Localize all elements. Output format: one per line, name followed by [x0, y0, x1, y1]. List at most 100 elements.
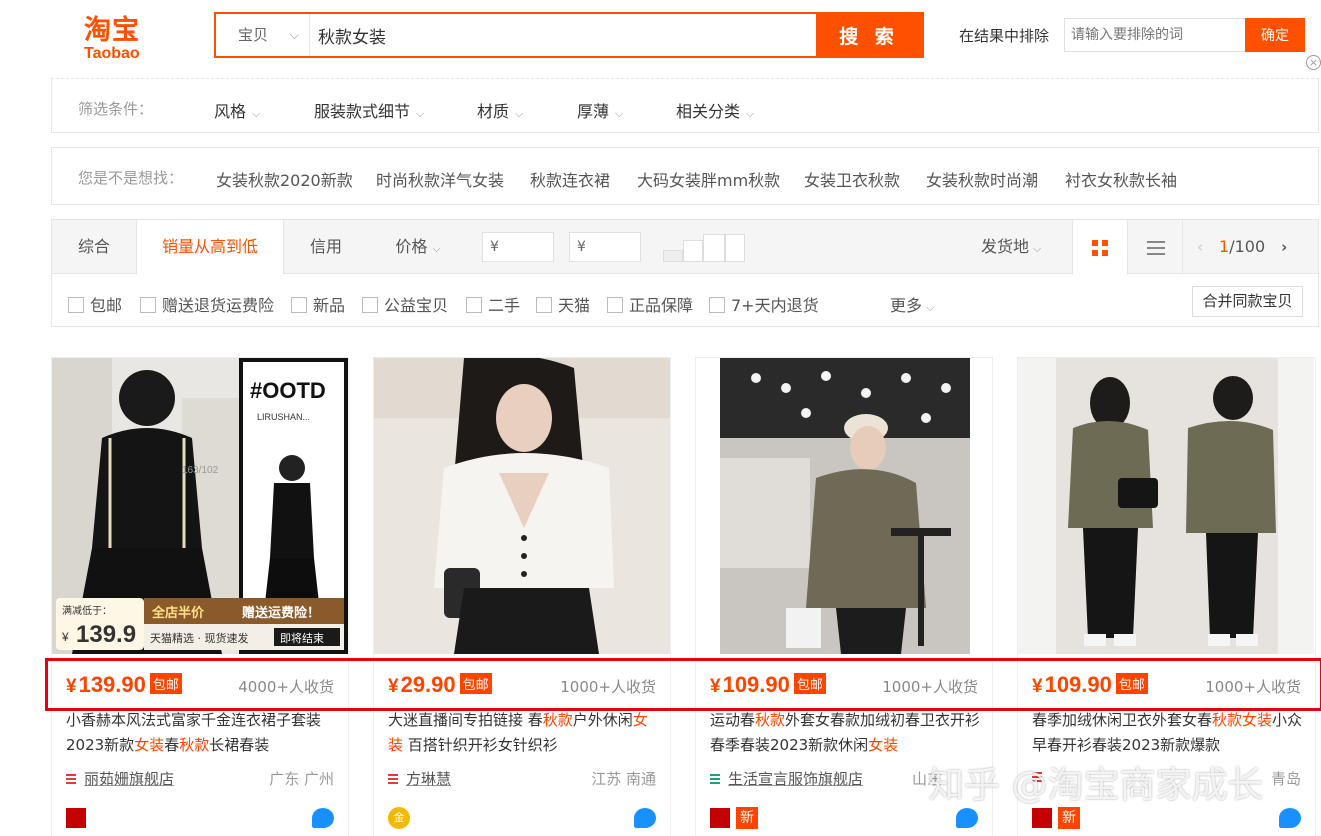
product-price: ¥29.90 包邮: [388, 672, 492, 698]
product-card[interactable]: ¥29.90 包邮 1000+人收货 大迷直播间专拍链接 春秋款户外休闲女装 百搭…: [373, 357, 671, 836]
product-image[interactable]: [696, 358, 992, 654]
chat-icon[interactable]: [634, 808, 656, 828]
product-card[interactable]: #OOTD LIRUSHAN... 163/102 满减低于： ¥ 139.9 …: [51, 357, 349, 836]
suggestion-link[interactable]: 女装秋款时尚潮: [926, 167, 1038, 191]
search-button[interactable]: 搜 索: [816, 14, 922, 56]
product-title[interactable]: 大迷直播间专拍链接 春秋款户外休闲女装 百搭针织开衫女针织衫: [388, 708, 660, 758]
shop-icon: [388, 774, 398, 784]
more-filters-button[interactable]: 更多 ⌵: [890, 292, 934, 316]
product-image[interactable]: [1018, 358, 1314, 654]
checkbox-label: 正品保障: [629, 296, 694, 315]
checkbox-label: 赠送退货运费险: [162, 296, 275, 315]
price-min-input[interactable]: ¥: [482, 232, 554, 262]
sales-count: 1000+人收货: [882, 678, 978, 696]
shop-link[interactable]: 丽茹姗旗舰店: [66, 768, 174, 789]
checkbox-box: [362, 297, 378, 313]
chevron-down-icon: ⌵: [515, 107, 524, 120]
sort-panel: 综合 销量从高到低 信用 价格⌵ ¥ - ¥ 发货地⌵ ‹1/100› 包邮 赠…: [51, 219, 1319, 327]
tab-credit[interactable]: 信用: [284, 220, 368, 274]
promo-label: 满减低于：: [62, 604, 112, 617]
tab-default[interactable]: 综合: [52, 220, 136, 274]
tab-price[interactable]: 价格 ⌵: [368, 220, 468, 274]
title-part: 运动春: [710, 711, 756, 729]
tmall-icon: [710, 808, 730, 828]
checkbox-box: [536, 297, 552, 313]
promo-banner: 全店半价: [151, 605, 205, 621]
chat-icon[interactable]: [312, 808, 334, 828]
grid-view-icon[interactable]: [1072, 220, 1128, 274]
chevron-down-icon: ⌵: [252, 107, 261, 120]
title-keyword: 女装: [868, 736, 899, 754]
price-max-input[interactable]: ¥: [569, 232, 641, 262]
product-price: ¥139.90 包邮: [66, 672, 182, 698]
suggestion-link[interactable]: 女装秋款2020新款: [216, 167, 353, 191]
filter-row: 筛选条件： 风格 ⌵ 服装款式细节 ⌵ 材质 ⌵ 厚薄 ⌵ 相关分类 ⌵: [51, 78, 1319, 133]
chevron-down-icon: ⌵: [615, 107, 624, 120]
suggestion-link[interactable]: 衬衣女秋款长袖: [1065, 167, 1177, 191]
filter-category[interactable]: 相关分类 ⌵: [676, 98, 754, 122]
checkbox-charity[interactable]: 公益宝贝: [362, 292, 448, 316]
close-icon[interactable]: ×: [1306, 55, 1321, 70]
shop-name: 生活宣言服饰旗舰店: [728, 770, 864, 788]
product-price: ¥109.90 包邮: [1032, 672, 1148, 698]
product-title[interactable]: 春季加绒休闲卫衣外套女春秋款女装小众早春开衫春装2023新款爆款: [1032, 708, 1304, 758]
exclude-input[interactable]: [1064, 18, 1246, 52]
prev-page-icon[interactable]: ‹: [1197, 238, 1203, 256]
suggestion-link[interactable]: 女装卫衣秋款: [804, 167, 900, 191]
sales-count: 1000+人收货: [560, 678, 656, 696]
product-title[interactable]: 小香赫本风法式富家千金连衣裙子套装2023新款女装春秋款长裙春装: [66, 708, 338, 758]
promo-price: 139.9: [76, 621, 136, 648]
checkbox-free-shipping[interactable]: 包邮: [68, 292, 122, 316]
checkbox-7day-return[interactable]: 7+天内退货: [709, 292, 819, 316]
checkbox-new[interactable]: 新品: [291, 292, 345, 316]
free-shipping-badge: 包邮: [459, 673, 492, 694]
logo-cn-text: 淘宝: [84, 15, 140, 46]
checkbox-return-insurance[interactable]: 赠送退货运费险: [140, 292, 274, 316]
filter-label-text: 服装款式细节: [314, 102, 411, 121]
search-type-dropdown[interactable]: 宝贝 ⌵: [216, 14, 310, 56]
list-view-icon[interactable]: [1129, 220, 1183, 274]
filter-detail[interactable]: 服装款式细节 ⌵: [314, 98, 424, 122]
search-input[interactable]: [318, 14, 818, 56]
search-type-label: 宝贝: [238, 26, 269, 44]
checkbox-filter-row: 包邮 赠送退货运费险 新品 公益宝贝 二手 天猫 正品保障 7+天内退货 更多 ⌵…: [52, 275, 1318, 328]
next-page-icon[interactable]: ›: [1281, 238, 1287, 256]
merge-same-items-button[interactable]: 合并同款宝贝: [1192, 286, 1303, 317]
search-box: 宝贝 ⌵ 搜 索: [214, 12, 924, 58]
checkbox-tmall[interactable]: 天猫: [536, 292, 590, 316]
chat-icon[interactable]: [1279, 808, 1301, 828]
checkbox-label: 天猫: [558, 296, 591, 315]
title-part: 百搭针织开衫女针织衫: [403, 736, 558, 754]
filter-thickness[interactable]: 厚薄 ⌵: [577, 98, 623, 122]
price-distribution-graph[interactable]: [663, 234, 747, 262]
exclude-label: 在结果中排除: [959, 27, 1050, 45]
checkbox-genuine[interactable]: 正品保障: [607, 292, 693, 316]
promo-sub: 天猫精选 · 现货速发: [150, 631, 249, 645]
size-text: 163/102: [182, 465, 219, 476]
tab-sales[interactable]: 销量从高到低: [136, 220, 284, 274]
chat-icon[interactable]: [956, 808, 978, 828]
filter-style[interactable]: 风格 ⌵: [214, 98, 260, 122]
suggestion-link[interactable]: 秋款连衣裙: [530, 167, 610, 191]
taobao-logo[interactable]: 淘宝 Taobao: [70, 8, 170, 62]
tmall-icon: [66, 808, 86, 828]
product-image[interactable]: [374, 358, 670, 654]
filter-material[interactable]: 材质 ⌵: [477, 98, 523, 122]
title-keyword: 秋款女装: [1212, 711, 1273, 729]
price-value: 139.90: [78, 672, 146, 697]
filter-label-text: 材质: [477, 102, 510, 121]
title-keyword: 秋款: [755, 711, 786, 729]
suggestion-link[interactable]: 大码女装胖mm秋款: [637, 167, 780, 191]
shop-link[interactable]: 方琳慧: [388, 768, 451, 789]
suggestion-link[interactable]: 时尚秋款洋气女装: [376, 167, 504, 191]
checkbox-second-hand[interactable]: 二手: [466, 292, 520, 316]
product-image[interactable]: #OOTD LIRUSHAN... 163/102 满减低于： ¥ 139.9 …: [52, 358, 348, 654]
exclude-confirm-button[interactable]: 确定: [1245, 18, 1305, 52]
ship-from-dropdown[interactable]: 发货地 ⌵: [981, 220, 1041, 276]
filter-label-text: 风格: [214, 102, 247, 121]
new-badge: 新: [736, 807, 758, 829]
product-title[interactable]: 运动春秋款外套女春款加绒初春卫衣开衫春季春装2023新款休闲女装: [710, 708, 982, 758]
new-badge: 新: [1058, 807, 1080, 829]
shop-link[interactable]: 生活宣言服饰旗舰店: [710, 768, 863, 789]
title-part: 长裙春装: [209, 736, 270, 754]
